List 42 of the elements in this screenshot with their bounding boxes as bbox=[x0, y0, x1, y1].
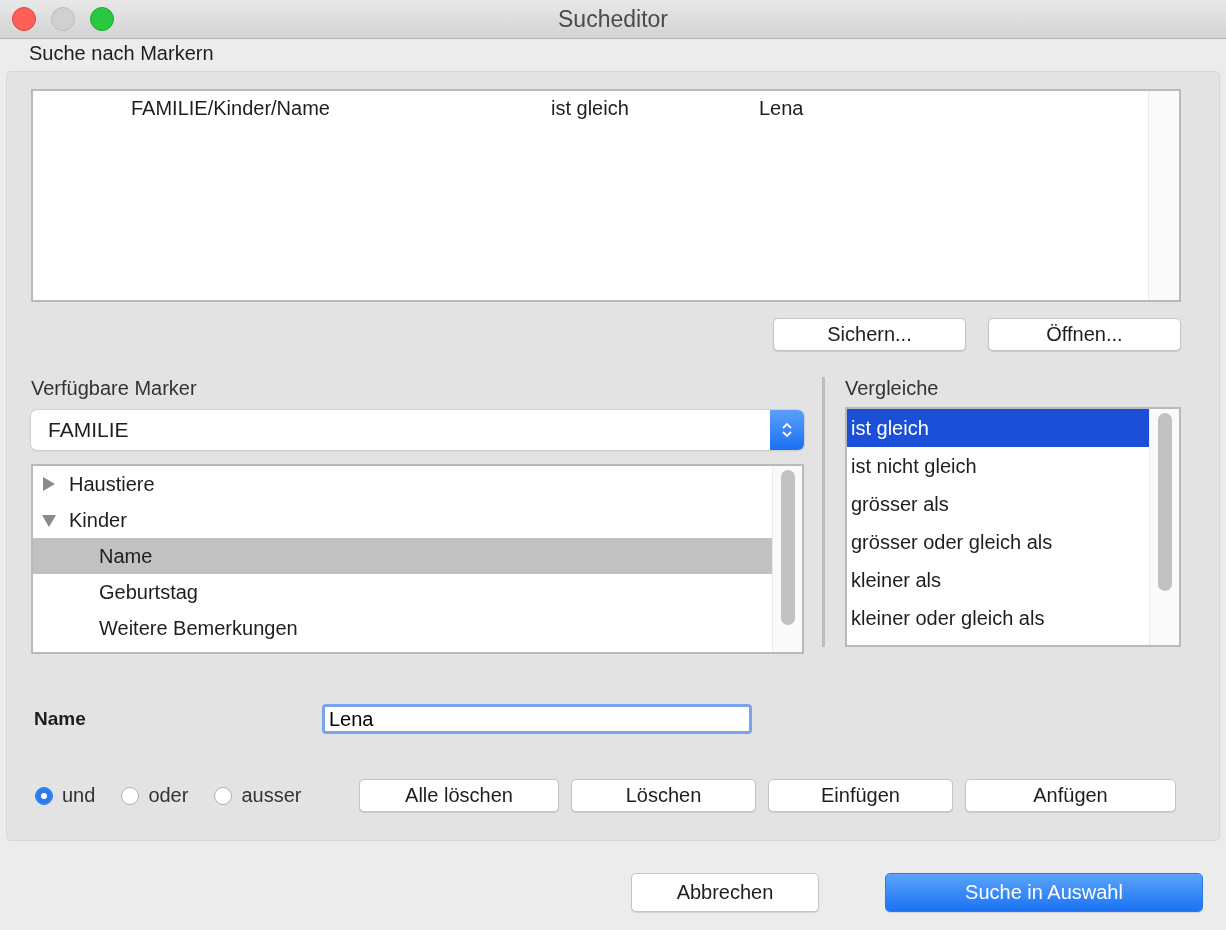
cancel-button[interactable]: Abbrechen bbox=[631, 873, 819, 912]
list-item[interactable]: ist nicht gleich bbox=[847, 447, 1149, 485]
tree-item[interactable]: Kinder bbox=[33, 502, 772, 538]
radio-button[interactable] bbox=[35, 786, 53, 805]
triangle-right-icon[interactable] bbox=[41, 476, 57, 492]
chevron-up-down-icon bbox=[770, 410, 804, 450]
section-label: Verfügbare Marker bbox=[31, 377, 198, 401]
scrollbar-thumb[interactable] bbox=[780, 470, 795, 625]
close-button[interactable] bbox=[12, 7, 36, 31]
field-label: Name bbox=[34, 708, 87, 730]
file-button[interactable]: Sichern... bbox=[773, 318, 966, 351]
tree-item[interactable]: Haustiere bbox=[33, 466, 772, 502]
window-title: Sucheditor bbox=[558, 5, 668, 33]
list-item[interactable]: grösser oder gleich als bbox=[847, 523, 1149, 561]
value-input-field[interactable]: Lena bbox=[322, 704, 752, 734]
edit-button[interactable]: Löschen bbox=[571, 779, 756, 812]
criteria-value: Lena bbox=[759, 97, 804, 120]
tree-item[interactable]: Weitere Bemerkungen bbox=[33, 610, 772, 646]
list-item[interactable]: ist gleich bbox=[847, 409, 1149, 447]
logic-radio[interactable]: ausser bbox=[214, 784, 302, 807]
list-item[interactable]: kleiner oder gleich als bbox=[847, 599, 1149, 637]
section-label: Suche nach Markern bbox=[28, 41, 215, 66]
file-button[interactable]: Öffnen... bbox=[988, 318, 1181, 351]
scrollbar-thumb[interactable] bbox=[1157, 413, 1172, 591]
section-label: Vergleiche bbox=[845, 377, 940, 401]
list-item[interactable]: grösser als bbox=[847, 485, 1149, 523]
zoom-button[interactable] bbox=[90, 7, 114, 31]
logic-radio[interactable]: und bbox=[35, 784, 96, 807]
edit-button[interactable]: Anfügen bbox=[965, 779, 1176, 812]
category-dropdown[interactable]: FAMILIE bbox=[31, 410, 804, 450]
tree-item[interactable]: Geburtstag bbox=[33, 574, 772, 610]
minimize-button[interactable] bbox=[51, 7, 75, 31]
criteria-comparison: ist gleich bbox=[551, 97, 630, 120]
triangle-down-icon[interactable] bbox=[41, 512, 57, 528]
edit-button[interactable]: Alle löschen bbox=[359, 779, 559, 812]
criteria-marker: FAMILIE/Kinder/Name bbox=[131, 97, 331, 120]
radio-button[interactable] bbox=[121, 786, 140, 805]
radio-button[interactable] bbox=[214, 786, 233, 805]
logic-radio[interactable]: oder bbox=[121, 784, 189, 807]
list-item[interactable]: kleiner als bbox=[847, 561, 1149, 599]
edit-button[interactable]: Einfügen bbox=[768, 779, 953, 812]
tree-item[interactable]: Name bbox=[33, 538, 772, 574]
